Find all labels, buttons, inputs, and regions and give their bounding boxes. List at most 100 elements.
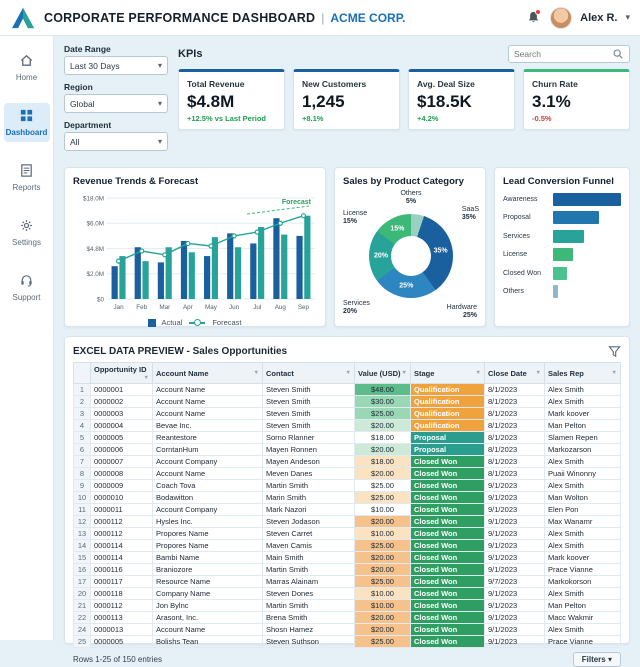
table-row[interactable]: 130000112Propores NameSteven Carret$10.0… <box>74 528 621 540</box>
cell-account-name: Arasont, Inc. <box>153 612 263 624</box>
sales-opportunities-table[interactable]: Opportunity ID▼Account Name▼Contact▼Valu… <box>73 362 621 648</box>
donut-slice-percent: 15% <box>390 226 404 233</box>
table-row[interactable]: 240000013Account NameShosn Hamez$20.00Cl… <box>74 624 621 636</box>
chart-title: Revenue Trends & Forecast <box>73 176 317 187</box>
sidebar-item-label: Home <box>16 73 37 82</box>
app-logo-icon <box>10 7 36 29</box>
legend-actual-label: Actual <box>161 318 182 327</box>
table-row[interactable]: 170000117Resource NameMarras Alainam$25.… <box>74 576 621 588</box>
top-bar: CORPORATE PERFORMANCE DASHBOARD | ACME C… <box>0 0 640 36</box>
kpi-delta: +8.1% <box>302 114 391 123</box>
table-row[interactable]: 60000006CorntanHumMayen Ronnen$20.00Prop… <box>74 444 621 456</box>
table-row[interactable]: 90000009Coach TovaMartin Smith$25.00Clos… <box>74 480 621 492</box>
cell-opportunity-id: 0000010 <box>91 492 153 504</box>
column-filter-icon[interactable]: ▼ <box>476 370 481 376</box>
date-range-select[interactable]: Last 30 Days ▾ <box>64 56 168 75</box>
cell-contact: Steven Smith <box>263 420 355 432</box>
sidebar-item-home[interactable]: Home <box>4 48 50 87</box>
column-header[interactable]: Contact▼ <box>263 363 355 384</box>
filters-button[interactable]: Filters ▾ <box>573 652 621 667</box>
cell-contact: Steven Carret <box>263 528 355 540</box>
cell-account-name: Propores Name <box>153 540 263 552</box>
sidebar-item-reports[interactable]: Reports <box>4 158 50 197</box>
user-avatar[interactable] <box>550 7 572 29</box>
cell-sales-rep: Man Pelton <box>545 420 621 432</box>
region-select[interactable]: Global ▾ <box>64 94 168 113</box>
sidebar-item-settings[interactable]: Settings <box>4 213 50 252</box>
table-row[interactable]: 200000118Company NameSteven Dones$10.00C… <box>74 588 621 600</box>
filter-panel: Date Range Last 30 Days ▾ Region Global … <box>64 44 168 158</box>
column-header[interactable]: Sales Rep▼ <box>545 363 621 384</box>
funnel-row: Awareness <box>503 190 621 209</box>
column-filter-icon[interactable]: ▼ <box>144 375 149 381</box>
table-row[interactable]: 140000114Propores NameMaven Camis$25.00C… <box>74 540 621 552</box>
funnel-bar <box>553 285 558 298</box>
column-filter-icon[interactable]: ▼ <box>346 370 351 376</box>
cell-stage: Qualification <box>411 408 485 420</box>
table-row[interactable]: 70000007Account CompanyMayen Andeson$18.… <box>74 456 621 468</box>
column-header[interactable]: Close Date▼ <box>485 363 545 384</box>
cell-stage: Qualification <box>411 396 485 408</box>
table-row[interactable]: 160000116BraniozoreMartin Smith$20.00Clo… <box>74 564 621 576</box>
cell-sales-rep: Prace Vianne <box>545 636 621 648</box>
cell-opportunity-id: 0000008 <box>91 468 153 480</box>
svg-text:$0: $0 <box>97 296 105 303</box>
column-filter-icon[interactable]: ▼ <box>402 370 407 376</box>
table-row[interactable]: 150000114Bambi NameMain Smith$20.00Close… <box>74 552 621 564</box>
page-title: CORPORATE PERFORMANCE DASHBOARD <box>44 11 315 25</box>
cell-close-date: 9/1/2023 <box>485 492 545 504</box>
sidebar-item-dashboard[interactable]: Dashboard <box>4 103 50 142</box>
column-header[interactable]: Account Name▼ <box>153 363 263 384</box>
legend-forecast-swatch <box>189 322 205 324</box>
cell-close-date: 8/1/2023 <box>485 444 545 456</box>
cell-account-name: Bodawitton <box>153 492 263 504</box>
table-row[interactable]: 110000011Account CompanyMark Nazori$10.0… <box>74 504 621 516</box>
cell-contact: Main Smith <box>263 552 355 564</box>
user-menu-chevron-down-icon[interactable]: ▾ <box>625 12 630 23</box>
table-row[interactable]: 80000008Account NameMeven Danes$20.00Clo… <box>74 468 621 480</box>
kpi-value: 3.1% <box>532 92 621 112</box>
column-header[interactable]: Stage▼ <box>411 363 485 384</box>
table-row[interactable]: 10000001Account NameSteven Smith$48.00Qu… <box>74 384 621 396</box>
cell-stage: Closed Won <box>411 456 485 468</box>
notification-dot <box>535 9 541 15</box>
revenue-trends-chart-card: Revenue Trends & Forecast $18.0M$6.0M$4.… <box>64 167 326 327</box>
svg-text:$4.8M: $4.8M <box>86 246 104 253</box>
cell-stage: Qualification <box>411 384 485 396</box>
cell-value: $18.00 <box>355 456 411 468</box>
cell-value: $20.00 <box>355 624 411 636</box>
table-row[interactable]: 250000005Bolishs TeanSteven Suthson$25.0… <box>74 636 621 648</box>
search-input[interactable] <box>514 49 608 59</box>
cell-sales-rep: Mark koover <box>545 408 621 420</box>
sidebar-item-support[interactable]: Support <box>4 268 50 307</box>
table-row[interactable]: 40000004Bevae Inc.Steven Smith$20.00Qual… <box>74 420 621 432</box>
cell-stage: Closed Won <box>411 576 485 588</box>
column-filter-icon[interactable]: ▼ <box>536 370 541 376</box>
column-filter-icon[interactable]: ▼ <box>254 370 259 376</box>
cell-account-name: Account Name <box>153 408 263 420</box>
table-row[interactable]: 20000002Account NameSteven Smith$30.00Qu… <box>74 396 621 408</box>
donut-ring: 35%25%20%15% <box>369 214 453 298</box>
notifications-bell-icon[interactable] <box>524 9 542 27</box>
chevron-down-icon: ▾ <box>158 99 162 108</box>
table-row[interactable]: 30000003Account NameSteven Smith$25.00Qu… <box>74 408 621 420</box>
row-number: 3 <box>74 408 91 420</box>
table-row[interactable]: 210000112Jon BylncMartin Smith$10.00Clos… <box>74 600 621 612</box>
cell-opportunity-id: 0000011 <box>91 504 153 516</box>
column-filter-icon[interactable]: ▼ <box>612 370 617 376</box>
cell-close-date: 9/1/2023 <box>485 564 545 576</box>
table-row[interactable]: 220000113Arasont, Inc.Brena Smith$20.00C… <box>74 612 621 624</box>
table-row[interactable]: 120000112Hysles Inc.Steven Jodason$20.00… <box>74 516 621 528</box>
cell-sales-rep: Man Pelton <box>545 600 621 612</box>
kpi-delta: -0.5% <box>532 114 621 123</box>
chart-legend: Actual Forecast <box>73 318 317 327</box>
column-header[interactable]: Value (USD)▼ <box>355 363 411 384</box>
cell-close-date: 8/1/2023 <box>485 468 545 480</box>
column-header[interactable]: Opportunity ID▼ <box>91 363 153 384</box>
cell-close-date: 9/1/2023 <box>485 504 545 516</box>
cell-value: $25.00 <box>355 408 411 420</box>
table-row[interactable]: 50000005ReantestoreSorno Rlanner$18.00Pr… <box>74 432 621 444</box>
table-row[interactable]: 100000010BodawittonMarin Smith$25.00Clos… <box>74 492 621 504</box>
filter-funnel-icon[interactable] <box>608 345 621 358</box>
department-select[interactable]: All ▾ <box>64 132 168 151</box>
